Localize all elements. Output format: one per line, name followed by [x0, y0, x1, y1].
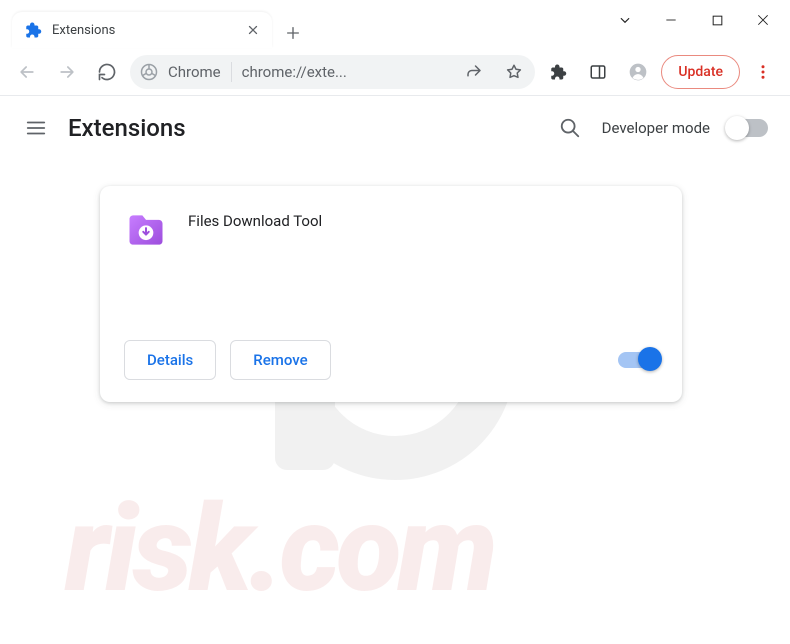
close-tab-icon[interactable]: [244, 21, 262, 39]
page-title: Extensions: [68, 114, 186, 142]
profile-avatar-icon[interactable]: [621, 55, 655, 89]
extension-enabled-toggle[interactable]: [618, 352, 658, 368]
browser-toolbar: Chrome chrome://exte... Update: [0, 48, 790, 96]
reload-button[interactable]: [90, 55, 124, 89]
extension-card: Files Download Tool Details Remove: [100, 186, 682, 402]
omnibox-divider: [231, 62, 232, 82]
forward-button[interactable]: [50, 55, 84, 89]
extensions-header-right: Developer mode: [556, 114, 768, 142]
svg-text:risk.com: risk.com: [64, 480, 494, 620]
extensions-page: risk.com Extensions Developer mode: [0, 96, 790, 644]
update-button-label: Update: [678, 64, 723, 80]
bookmark-star-icon[interactable]: [499, 57, 529, 87]
window-titlebar: Extensions: [0, 0, 790, 48]
back-button[interactable]: [10, 55, 44, 89]
url-scheme-label: Chrome: [168, 63, 221, 81]
extension-card-header: Files Download Tool: [124, 208, 658, 252]
tab-title: Extensions: [52, 23, 234, 38]
close-window-button[interactable]: [740, 0, 786, 40]
developer-mode-toggle[interactable]: [728, 119, 768, 137]
new-tab-button[interactable]: [278, 18, 308, 48]
extension-card-actions: Details Remove: [124, 340, 658, 380]
remove-button-label: Remove: [253, 351, 307, 369]
side-panel-icon[interactable]: [581, 55, 615, 89]
share-icon[interactable]: [459, 57, 489, 87]
tab-strip: Extensions: [0, 0, 602, 48]
search-icon[interactable]: [556, 114, 584, 142]
remove-button[interactable]: Remove: [230, 340, 330, 380]
extension-name: Files Download Tool: [188, 208, 322, 252]
details-button-label: Details: [147, 351, 193, 369]
puzzle-piece-icon: [24, 21, 42, 39]
update-button[interactable]: Update: [661, 55, 740, 89]
extensions-header: Extensions Developer mode: [0, 96, 790, 160]
hamburger-menu-icon[interactable]: [22, 114, 50, 142]
url-text: chrome://exte...: [242, 63, 450, 81]
extensions-puzzle-icon[interactable]: [541, 55, 575, 89]
details-button[interactable]: Details: [124, 340, 216, 380]
minimize-button[interactable]: [648, 0, 694, 40]
browser-tab[interactable]: Extensions: [12, 12, 272, 48]
address-bar[interactable]: Chrome chrome://exte...: [130, 55, 535, 89]
window-controls: [602, 0, 790, 40]
chrome-logo-icon: [140, 63, 158, 81]
maximize-button[interactable]: [694, 0, 740, 40]
chevron-down-icon[interactable]: [602, 0, 648, 40]
extension-folder-download-icon: [124, 208, 168, 252]
kebab-menu-icon[interactable]: [746, 55, 780, 89]
developer-mode-label: Developer mode: [602, 119, 710, 137]
